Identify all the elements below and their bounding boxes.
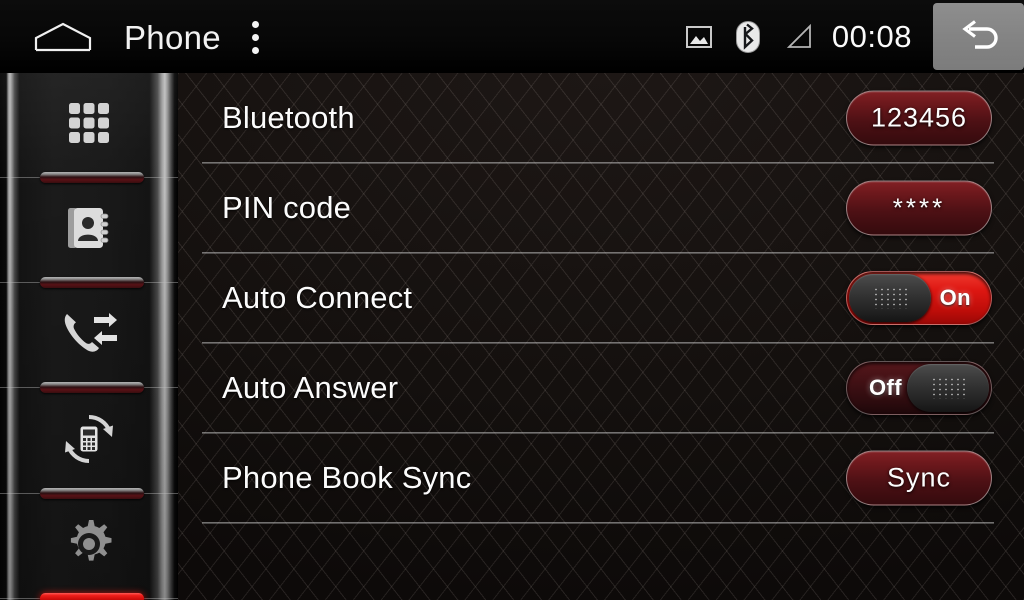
knob-grip-texture bbox=[873, 287, 907, 309]
sidebar-divider bbox=[0, 381, 178, 395]
toggle-state-label: On bbox=[939, 285, 971, 310]
home-icon[interactable] bbox=[34, 22, 92, 52]
sidebar-item-settings[interactable] bbox=[0, 494, 178, 599]
sidebar-divider-active bbox=[0, 592, 178, 600]
auto-answer-toggle[interactable]: Off bbox=[846, 361, 992, 415]
toggle-knob[interactable] bbox=[849, 274, 931, 322]
row-control: Off bbox=[846, 361, 992, 415]
sidebar bbox=[0, 73, 178, 600]
back-button[interactable] bbox=[933, 3, 1024, 70]
row-label: PIN code bbox=[222, 190, 352, 225]
status-bar: Phone 00:08 bbox=[0, 0, 1024, 73]
overflow-dot bbox=[251, 47, 259, 54]
sidebar-item-dialpad[interactable] bbox=[0, 73, 178, 178]
row-phone-book-sync[interactable]: Phone Book Sync Sync bbox=[178, 433, 1024, 523]
overflow-dot bbox=[251, 21, 259, 28]
gear-icon bbox=[63, 518, 115, 575]
divider-pill bbox=[40, 277, 144, 288]
row-label: Auto Answer bbox=[222, 370, 399, 405]
bluetooth-name-button[interactable]: 123456 bbox=[846, 90, 992, 146]
row-control: **** bbox=[846, 180, 992, 236]
knob-grip-texture bbox=[931, 377, 965, 399]
phone-book-sync-button[interactable]: Sync bbox=[846, 450, 992, 506]
toggle-state-label: Off bbox=[869, 375, 902, 400]
divider-pill bbox=[40, 172, 144, 183]
dialpad-icon bbox=[67, 101, 111, 150]
body: Bluetooth 123456 PIN code **** Auto Conn… bbox=[0, 73, 1024, 600]
row-bluetooth[interactable]: Bluetooth 123456 bbox=[178, 73, 1024, 163]
page-title: Phone bbox=[124, 19, 221, 56]
row-auto-connect[interactable]: Auto Connect On bbox=[178, 253, 1024, 343]
row-control: 123456 bbox=[846, 90, 992, 146]
contacts-book-icon bbox=[65, 204, 113, 257]
sidebar-divider bbox=[0, 487, 178, 501]
phone-sync-icon bbox=[63, 413, 115, 470]
auto-connect-toggle[interactable]: On bbox=[846, 271, 992, 325]
sidebar-item-call-log[interactable] bbox=[0, 283, 178, 388]
divider-pill bbox=[40, 382, 144, 393]
divider-pill bbox=[40, 488, 144, 499]
row-control: On bbox=[846, 271, 992, 325]
sidebar-divider bbox=[0, 276, 178, 290]
row-label: Auto Connect bbox=[222, 280, 413, 315]
row-control: Sync bbox=[846, 450, 992, 506]
toggle-knob[interactable] bbox=[907, 364, 989, 412]
image-icon bbox=[685, 25, 712, 48]
row-pin-code[interactable]: PIN code **** bbox=[178, 163, 1024, 253]
call-log-icon bbox=[61, 309, 117, 362]
settings-list: Bluetooth 123456 PIN code **** Auto Conn… bbox=[178, 73, 1024, 600]
status-icon-group: 00:08 bbox=[685, 0, 912, 73]
row-divider bbox=[202, 522, 994, 524]
row-auto-answer[interactable]: Auto Answer Off bbox=[178, 343, 1024, 433]
row-label: Bluetooth bbox=[222, 100, 355, 135]
sidebar-item-contacts[interactable] bbox=[0, 178, 178, 283]
overflow-dot bbox=[251, 34, 259, 41]
clock: 00:08 bbox=[831, 19, 912, 54]
overflow-menu-icon[interactable] bbox=[245, 21, 265, 54]
head-unit-screen: Phone 00:08 Bluetooth 123456 PIN code **… bbox=[0, 0, 1024, 600]
signal-triangle-icon bbox=[786, 23, 814, 50]
divider-pill-active bbox=[40, 593, 144, 600]
pin-code-button[interactable]: **** bbox=[846, 180, 992, 236]
sidebar-divider bbox=[0, 171, 178, 185]
bluetooth-icon bbox=[735, 20, 760, 53]
sidebar-item-sync-phone[interactable] bbox=[0, 389, 178, 494]
row-label: Phone Book Sync bbox=[222, 460, 472, 495]
